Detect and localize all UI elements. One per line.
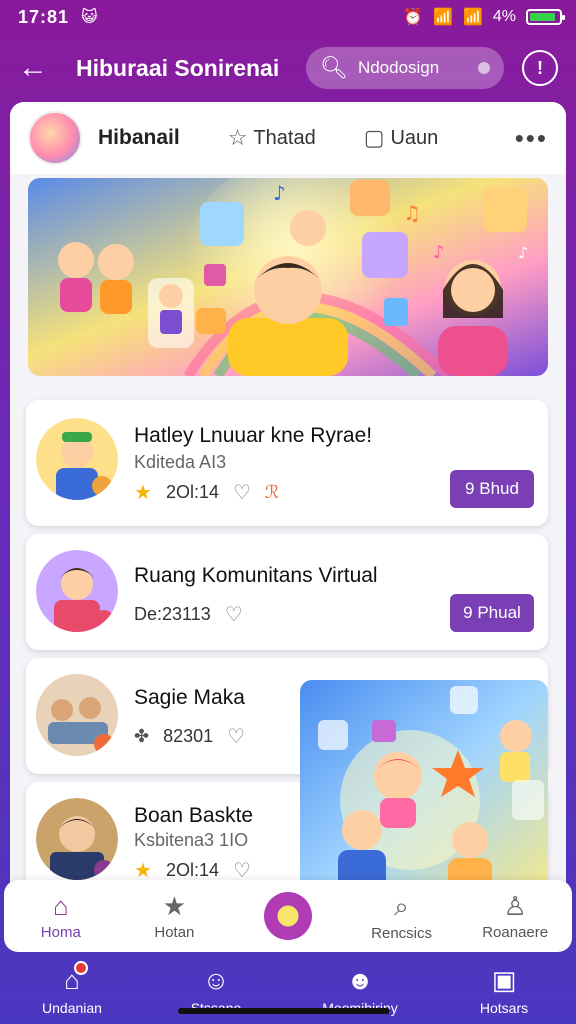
- action-button[interactable]: 9 Phual: [450, 594, 534, 632]
- person-icon: ☺: [202, 964, 230, 995]
- pin-icon: ℛ: [264, 482, 280, 502]
- action-button[interactable]: 9 Bhud: [450, 470, 534, 508]
- svg-text:♫: ♫: [403, 201, 421, 225]
- profile-icon: ♙: [503, 891, 527, 921]
- nav-search-label: Rencsics: [371, 924, 432, 942]
- nav-home-label: Homa: [40, 924, 81, 941]
- battery-icon: [526, 9, 565, 25]
- info-icon[interactable]: !: [522, 50, 558, 86]
- feed-title: Boan Baskte: [134, 804, 254, 827]
- search-input[interactable]: 🔍︎ Ndodosign: [306, 47, 504, 89]
- avatar-illustration: [36, 674, 118, 756]
- list-item[interactable]: Hatley Lnuuar kne Ryrae! Kditeda AI3 ★ 2…: [26, 400, 548, 526]
- main-card: Hibanail ☆ Thatad ▢ Uaun ••• ♪ ♫ ♪ ♪ Hat…: [10, 102, 566, 902]
- feed-meta-value: 82301: [163, 726, 214, 746]
- feed-meta: ✤ 82301 ♡: [134, 724, 245, 749]
- heart-icon[interactable]: ♡: [225, 602, 243, 627]
- star-icon: ★: [162, 891, 187, 921]
- group-avatar[interactable]: [28, 111, 82, 165]
- feed-title: Ruang Komunitans Virtual: [134, 564, 378, 587]
- promo-illustration: [300, 680, 548, 902]
- profile-row: Hibanail ☆ Thatad ▢ Uaun •••: [10, 102, 566, 174]
- dock-home[interactable]: ⌂ Undanian: [0, 956, 144, 1024]
- search-icon: 🔍︎: [320, 55, 348, 80]
- status-bar: 17:81 😺 ⏰ 📶 📶 4%: [0, 0, 576, 34]
- feed-title: Hatley Lnuuar kne Ryrae!: [134, 424, 373, 447]
- avatar: [36, 418, 118, 500]
- home-indicator[interactable]: [178, 1008, 390, 1014]
- banner-illustration: ♪ ♫ ♪ ♪: [28, 178, 548, 376]
- clock: 17:81: [18, 6, 70, 27]
- cat-icon: 😺: [81, 9, 98, 26]
- star-outline-icon: ☆: [227, 125, 248, 150]
- avatar-illustration: [36, 550, 118, 632]
- list-item[interactable]: Ruang Komunitans Virtual De:23113 ♡ 9 Ph…: [26, 534, 548, 650]
- voice-icon[interactable]: [478, 62, 490, 74]
- search-icon: ⌕: [394, 890, 409, 921]
- feed-meta: De:23113 ♡: [134, 602, 243, 627]
- tab-comments[interactable]: ▢ Uaun: [364, 125, 439, 151]
- nav-center[interactable]: [231, 880, 345, 952]
- banner-image[interactable]: ♪ ♫ ♪ ♪: [28, 178, 548, 376]
- dock-chat[interactable]: ▣ Hotsars: [432, 956, 576, 1024]
- avatar-illustration: [36, 418, 118, 500]
- battery-fill: [530, 13, 556, 21]
- nav-search[interactable]: ⌕ Rencsics: [345, 880, 459, 952]
- feed-meta: ★ 2Ol:14 ♡ ℛ: [134, 480, 279, 505]
- avatar-illustration: [36, 798, 118, 880]
- tab-favorites[interactable]: ☆ Thatad: [228, 125, 316, 151]
- svg-text:♪: ♪: [518, 243, 528, 262]
- center-action-icon: [263, 892, 312, 940]
- dock-home-label: Undanian: [42, 999, 102, 1016]
- smiley-icon: ☻: [346, 964, 374, 995]
- battery-text: 4%: [492, 8, 516, 25]
- heart-icon[interactable]: ♡: [233, 480, 251, 505]
- signal-icon: 📶: [462, 9, 483, 26]
- back-arrow-icon[interactable]: ←: [18, 53, 58, 83]
- avatar: [36, 798, 118, 880]
- app-bar: ← Hiburaai Sonirenai 🔍︎ Ndodosign !: [0, 36, 576, 100]
- paw-icon: ✤: [134, 726, 150, 746]
- heart-icon[interactable]: ♡: [227, 724, 245, 749]
- feed-meta-value: 2Ol:14: [165, 482, 219, 502]
- chat-icon: ▣: [491, 964, 517, 995]
- promo-image[interactable]: [300, 680, 548, 902]
- avatar: [36, 674, 118, 756]
- profile-name: Hibanail: [98, 126, 180, 149]
- feed-subtitle: Kditeda AI3: [134, 452, 227, 472]
- avatar: [36, 550, 118, 632]
- home-icon: ⌂: [52, 891, 69, 921]
- nav-profile[interactable]: ♙ Roanaere: [458, 880, 572, 952]
- nav-home[interactable]: ⌂ Homa: [4, 880, 118, 952]
- status-icons: ⏰ 📶 📶 4%: [403, 7, 565, 27]
- search-text: Ndodosign: [357, 58, 440, 77]
- comment-icon: ▢: [363, 125, 385, 150]
- feed-subtitle: Ksbitena3 1IO: [134, 830, 249, 850]
- svg-text:♪: ♪: [433, 242, 445, 263]
- wifi-icon: 📶: [433, 9, 453, 26]
- dock-chat-label: Hotsars: [479, 999, 529, 1016]
- nav-profile-label: Roanaere: [482, 924, 549, 941]
- feed-meta-value: De:23113: [134, 604, 211, 624]
- tab-favorites-label: Thatad: [253, 126, 316, 149]
- feed-title: Sagie Maka: [134, 686, 245, 709]
- star-icon: ★: [134, 482, 152, 504]
- alarm-icon: ⏰: [403, 9, 424, 26]
- bottom-nav: ⌂ Homa ★ Hotan ⌕ Rencsics ♙ Roanaere: [4, 880, 572, 952]
- page-title: Hiburaai Sonirenai: [76, 54, 280, 81]
- nav-favorites[interactable]: ★ Hotan: [118, 880, 232, 952]
- nav-favorites-label: Hotan: [154, 924, 195, 941]
- home-icon: ⌂: [64, 960, 88, 996]
- feed-meta-value: 2Ol:14: [165, 860, 219, 880]
- more-options-icon[interactable]: •••: [515, 123, 548, 154]
- notification-badge: [73, 960, 88, 975]
- tab-comments-label: Uaun: [390, 126, 439, 149]
- svg-text:♪: ♪: [273, 181, 286, 205]
